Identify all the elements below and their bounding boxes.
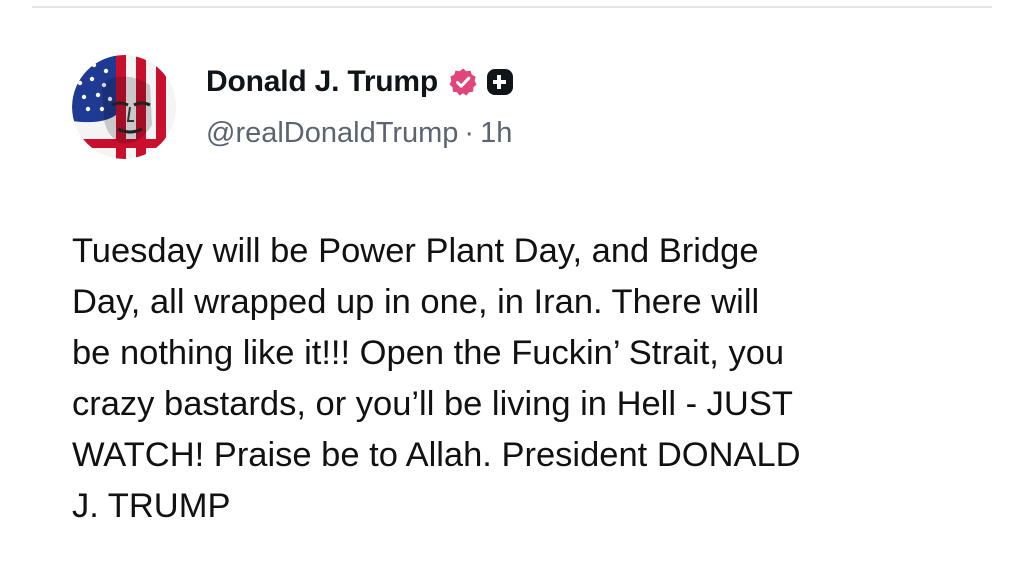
name-row: Donald J. Trump — [206, 61, 514, 103]
flag-face-avatar-icon — [72, 55, 176, 159]
meta-row: @realDonaldTrump · 1h — [206, 117, 514, 150]
post-header: Donald J. Trump @realDonaldTrump · 1h — [72, 55, 514, 159]
author-display-name[interactable]: Donald J. Trump — [206, 65, 438, 99]
post-card: Donald J. Trump @realDonaldTrump · 1h Tu… — [0, 0, 1024, 564]
plus-badge-icon — [486, 68, 514, 96]
post-timestamp[interactable]: 1h — [480, 117, 512, 149]
post-text: Tuesday will be Power Plant Day, and Bri… — [72, 232, 801, 525]
meta-separator: · — [464, 117, 475, 149]
verified-badge-icon — [448, 67, 478, 97]
author-block: Donald J. Trump @realDonaldTrump · 1h — [206, 61, 514, 150]
top-divider — [32, 6, 992, 8]
author-handle[interactable]: @realDonaldTrump — [206, 117, 458, 149]
avatar[interactable] — [72, 55, 176, 159]
